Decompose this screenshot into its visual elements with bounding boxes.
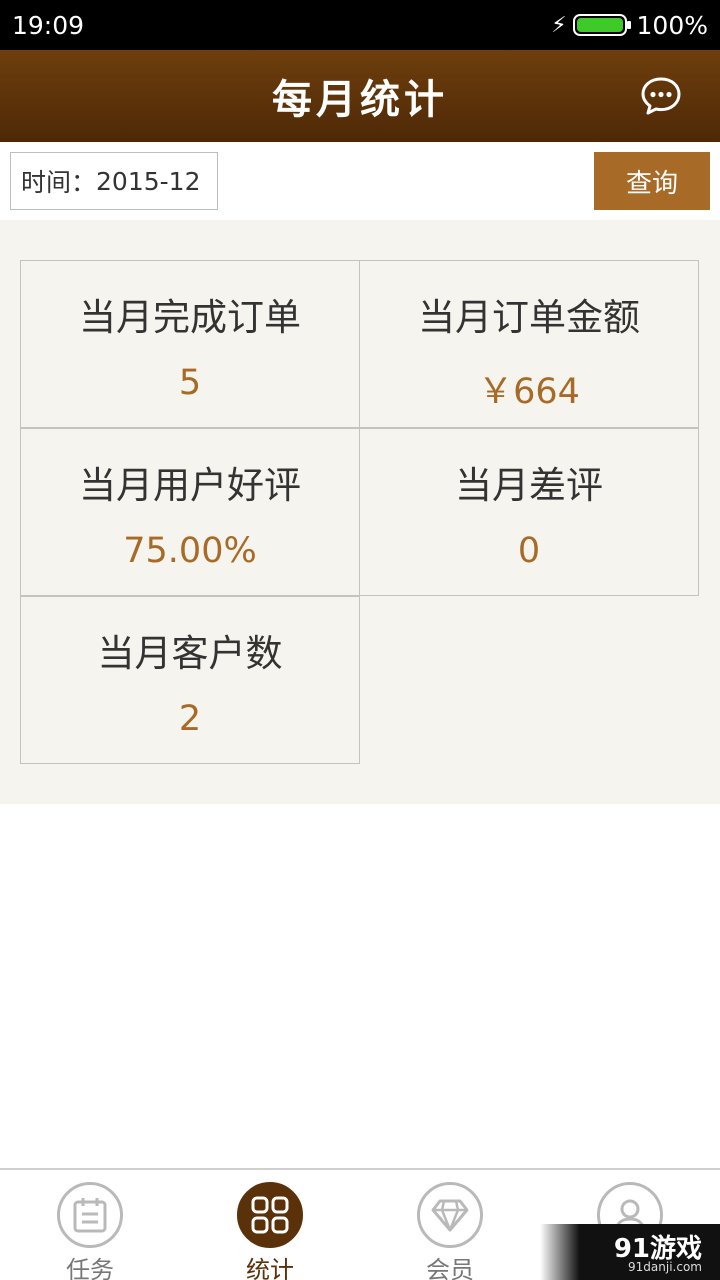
nav-icon-circle (237, 1182, 303, 1248)
status-time: 19:09 (12, 10, 85, 40)
stat-value: 0 (517, 531, 541, 571)
page-title: 每月统计 (272, 77, 448, 123)
stat-label: 当月用户好评 (79, 464, 301, 507)
stat-label: 当月完成订单 (79, 296, 301, 339)
stat-value: 5 (178, 363, 202, 403)
stat-customers: 当月客户数 2 (20, 596, 360, 764)
stats-panel: 当月完成订单 5 当月订单金额 ￥664 当月用户好评 75.00% 当月差评 … (0, 220, 720, 804)
stat-label: 当月差评 (455, 464, 603, 507)
app-header: 每月统计 (0, 50, 720, 142)
stat-negative-reviews: 当月差评 0 (359, 428, 699, 596)
status-bar: 19:09 ⚡ 100% (0, 0, 720, 50)
stat-label: 当月订单金额 (418, 296, 640, 339)
nav-icon-circle (57, 1182, 123, 1248)
stat-positive-reviews: 当月用户好评 75.00% (20, 428, 360, 596)
battery-percent: 100% (636, 10, 708, 40)
stat-value: 2 (178, 699, 202, 739)
nav-item-tasks[interactable]: 任务 (0, 1170, 180, 1280)
nav-label: 任务 (66, 1256, 114, 1280)
stat-order-amount: 当月订单金额 ￥664 (359, 260, 699, 428)
query-bar: 时间： 2015-12 查询 (0, 142, 720, 220)
charging-icon: ⚡ (551, 12, 567, 38)
nav-label: 会员 (426, 1256, 474, 1280)
date-label: 时间： (21, 168, 97, 197)
nav-item-stats[interactable]: 统计 (180, 1170, 360, 1280)
battery-icon (572, 14, 631, 36)
nav-label: 统计 (246, 1256, 294, 1280)
watermark-url: 91danji.com (628, 1260, 702, 1274)
calendar-icon (73, 1198, 107, 1233)
battery-fill (576, 18, 623, 32)
chat-bubble-icon[interactable] (640, 76, 682, 116)
status-indicators: ⚡ 100% (551, 11, 708, 40)
stat-value: ￥664 (478, 372, 580, 412)
stat-value: 75.00% (123, 531, 257, 571)
query-button[interactable]: 查询 (594, 152, 710, 210)
nav-icon-circle (417, 1182, 483, 1248)
nav-item-members[interactable]: 会员 (360, 1170, 540, 1280)
date-value: 2015-12 (96, 166, 201, 196)
watermark: 91游戏 91danji.com (540, 1224, 720, 1280)
stat-label: 当月客户数 (97, 632, 283, 675)
date-picker-field[interactable]: 时间： 2015-12 (10, 152, 218, 210)
stat-completed-orders: 当月完成订单 5 (20, 260, 360, 428)
diamond-icon (431, 1199, 469, 1232)
grid-icon (251, 1196, 289, 1234)
